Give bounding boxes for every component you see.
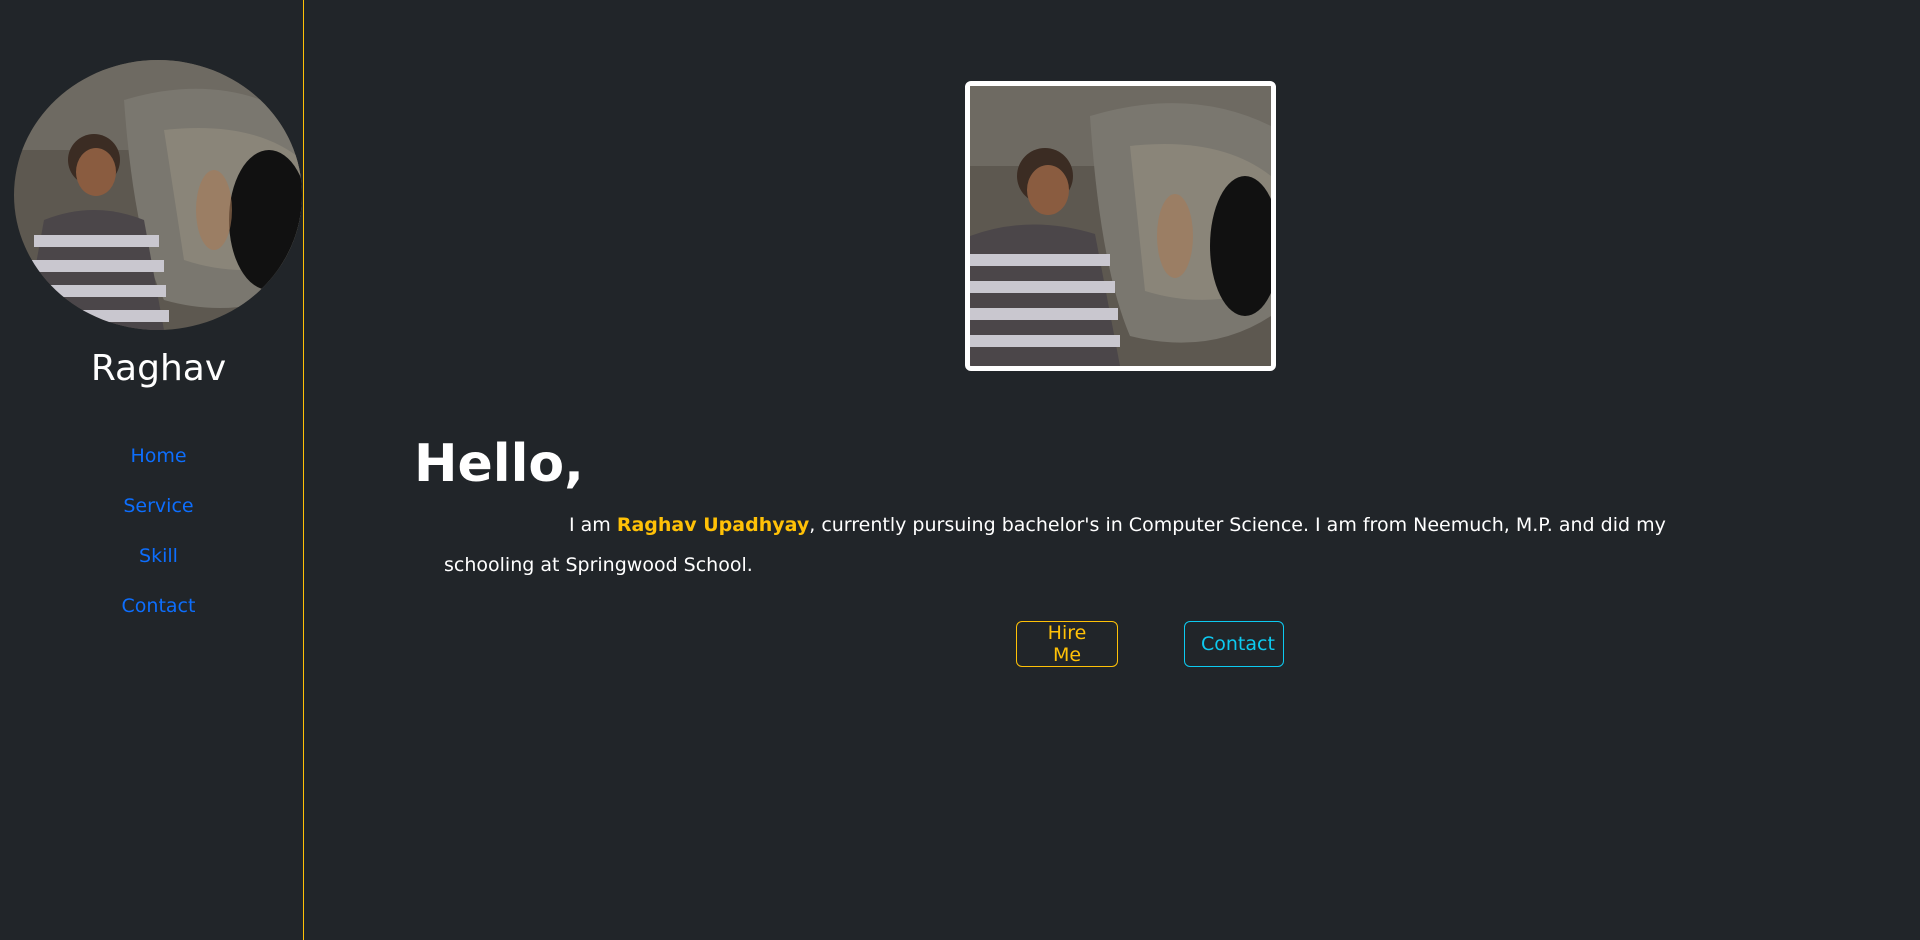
- contact-button[interactable]: Contact: [1184, 621, 1284, 667]
- intro-text: I am Raghav Upadhyay, currently pursuing…: [444, 505, 1704, 585]
- nav-service[interactable]: Service: [0, 493, 317, 543]
- avatar-photo: [14, 60, 302, 330]
- hire-me-button[interactable]: Hire Me: [1016, 621, 1118, 667]
- full-name: Raghav Upadhyay: [616, 514, 810, 536]
- greeting-heading: Hello,: [414, 434, 584, 494]
- intro-prefix: I am: [569, 514, 617, 536]
- nav-skill[interactable]: Skill: [0, 543, 317, 593]
- nav-contact[interactable]: Contact: [0, 593, 317, 643]
- page: Raghav Home Service Skill Contact Hello,…: [0, 0, 1920, 940]
- nav-home[interactable]: Home: [0, 443, 317, 493]
- sidebar-nav: Home Service Skill Contact: [0, 443, 317, 643]
- hero-image: [970, 86, 1271, 366]
- avatar: [14, 60, 302, 330]
- profile-name: Raghav: [90, 348, 227, 389]
- sidebar: Raghav Home Service Skill Contact: [0, 0, 304, 940]
- hero-photo: [965, 81, 1276, 371]
